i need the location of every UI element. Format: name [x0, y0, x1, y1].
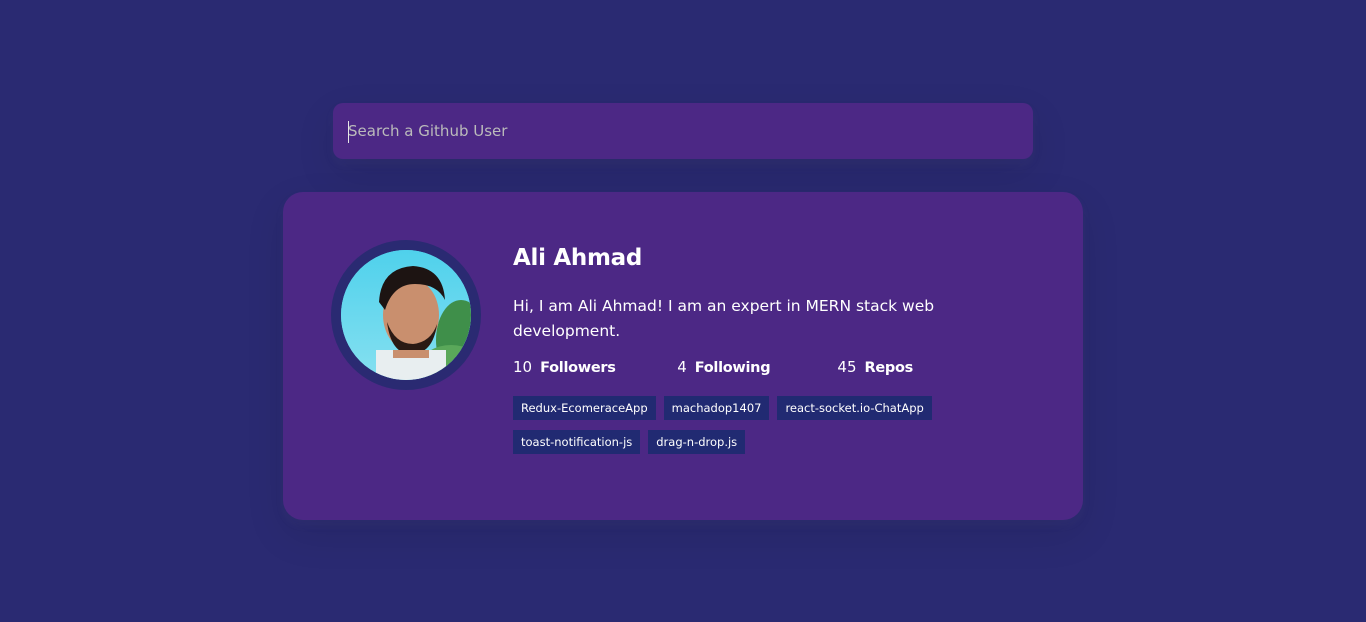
user-stats: 10 Followers 4 Following 45 Repos — [513, 358, 913, 376]
following-count: 4 — [677, 358, 687, 376]
following-stat: 4 Following — [677, 358, 837, 376]
search-form — [333, 103, 1033, 159]
user-info: Ali Ahmad Hi, I am Ali Ahmad! I am an ex… — [513, 242, 983, 464]
followers-count: 10 — [513, 358, 533, 376]
following-label: Following — [694, 360, 771, 376]
repo-link[interactable]: react-socket.io-ChatApp — [777, 396, 932, 420]
repos-count: 45 — [837, 358, 857, 376]
user-name: Ali Ahmad — [513, 245, 642, 271]
user-bio: Hi, I am Ali Ahmad! I am an expert in ME… — [513, 297, 935, 340]
search-input[interactable] — [333, 103, 1033, 159]
repos-stat: 45 Repos — [837, 358, 913, 376]
text-cursor — [348, 121, 349, 143]
followers-stat: 10 Followers — [513, 358, 677, 376]
user-card: Ali Ahmad Hi, I am Ali Ahmad! I am an ex… — [283, 192, 1083, 520]
repo-link[interactable]: drag-n-drop.js — [648, 430, 746, 454]
repo-link[interactable]: toast-notification-js — [513, 430, 641, 454]
repo-link[interactable]: Redux-EcomeraceApp — [513, 396, 656, 420]
avatar — [331, 240, 481, 390]
repos-label: Repos — [864, 360, 914, 376]
repo-link[interactable]: machadop1407 — [663, 396, 770, 420]
repo-list: Redux-EcomeraceApp machadop1407 react-so… — [513, 396, 953, 464]
followers-label: Followers — [540, 360, 616, 376]
